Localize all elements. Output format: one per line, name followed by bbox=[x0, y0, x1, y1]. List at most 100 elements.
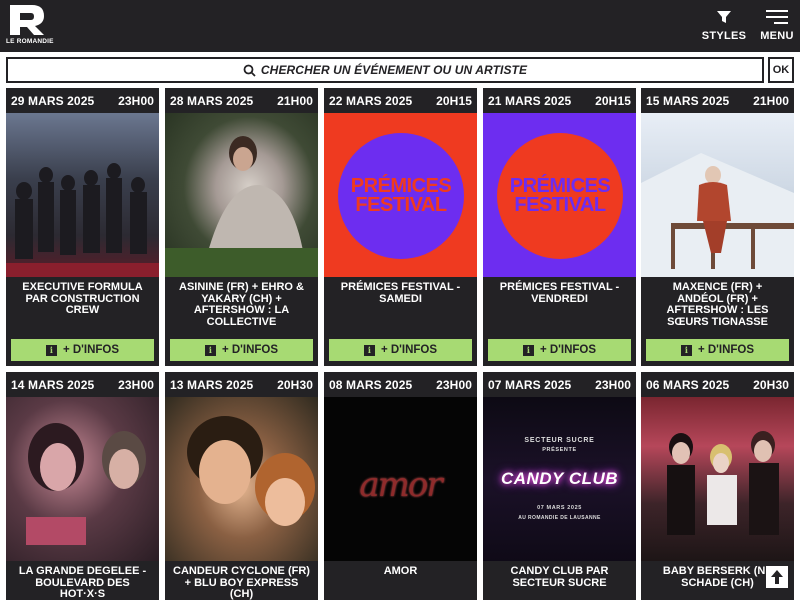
more-info-label: + D'INFOS bbox=[380, 344, 438, 356]
event-title[interactable]: CANDEUR CYCLONE (FR) + BLU BOY EXPRESS (… bbox=[165, 561, 318, 600]
search-input[interactable]: CHERCHER UN ÉVÉNEMENT OU UN ARTISTE bbox=[6, 57, 764, 83]
poster-text: SECTEUR SUCRE bbox=[524, 437, 595, 444]
event-image[interactable]: SECTEUR SUCRE PRÉSENTE CANDY CLUB 07 MAR… bbox=[483, 397, 636, 561]
styles-filter-button[interactable]: STYLES bbox=[700, 8, 748, 42]
search-icon bbox=[243, 64, 256, 77]
degelee-artist-photo bbox=[26, 423, 146, 545]
romandie-logo-icon bbox=[10, 5, 44, 35]
event-card[interactable]: 22 MARS 2025 20H15 PRÉMICES FESTIVAL PRÉ… bbox=[324, 88, 477, 366]
event-title[interactable]: EXECUTIVE FORMULA PAR CONSTRUCTION CREW bbox=[6, 277, 159, 317]
maxence-artist-photo bbox=[641, 153, 794, 277]
event-card-header: 15 MARS 2025 21H00 bbox=[641, 88, 794, 113]
event-title[interactable]: CANDY CLUB PAR SECTEUR SUCRE bbox=[483, 561, 636, 589]
info-icon: i bbox=[522, 344, 534, 356]
event-time: 21H00 bbox=[277, 93, 313, 108]
event-date: 22 MARS 2025 bbox=[329, 93, 413, 108]
logo-text: LE ROMANDIE bbox=[6, 38, 54, 45]
more-info-label: + D'INFOS bbox=[697, 344, 755, 356]
event-card-header: 08 MARS 2025 23H00 bbox=[324, 372, 477, 397]
event-card[interactable]: 29 MARS 2025 23H00 EXECUTIVE FORMULA PAR… bbox=[6, 88, 159, 366]
event-time: 20H30 bbox=[277, 377, 313, 392]
event-card-header: 22 MARS 2025 20H15 bbox=[324, 88, 477, 113]
filter-icon bbox=[717, 11, 731, 23]
menu-label: MENU bbox=[760, 30, 794, 42]
event-time: 21H00 bbox=[753, 93, 789, 108]
arrow-up-icon bbox=[771, 570, 783, 584]
poster-text: 07 MARS 2025 bbox=[537, 505, 582, 511]
event-title[interactable]: MAXENCE (FR) + ANDÉOL (FR) + AFTERSHOW :… bbox=[641, 277, 794, 328]
event-title[interactable]: LA GRANDE DEGELEE - BOULEVARD DES HOT·X·… bbox=[6, 561, 159, 600]
festival-poster: PRÉMICES FESTIVAL bbox=[497, 133, 623, 259]
event-card[interactable]: 28 MARS 2025 21H00 ASININE (FR) + EHRO &… bbox=[165, 88, 318, 366]
info-icon: i bbox=[363, 344, 375, 356]
hamburger-menu-icon bbox=[766, 10, 788, 24]
crew-group-photo bbox=[6, 163, 159, 277]
event-card-header: 13 MARS 2025 20H30 bbox=[165, 372, 318, 397]
menu-button[interactable]: MENU bbox=[756, 8, 798, 42]
event-date: 14 MARS 2025 bbox=[11, 377, 95, 392]
event-time: 23H00 bbox=[118, 377, 154, 392]
event-title[interactable]: PRÉMICES FESTIVAL - SAMEDI bbox=[324, 277, 477, 305]
event-date: 15 MARS 2025 bbox=[646, 93, 730, 108]
event-card-header: 21 MARS 2025 20H15 bbox=[483, 88, 636, 113]
amor-poster-logo: amor bbox=[359, 465, 442, 505]
more-info-button[interactable]: i + D'INFOS bbox=[11, 339, 154, 361]
event-date: 07 MARS 2025 bbox=[488, 377, 572, 392]
event-card-header: 14 MARS 2025 23H00 bbox=[6, 372, 159, 397]
event-image[interactable]: PRÉMICES FESTIVAL bbox=[483, 113, 636, 277]
event-image[interactable] bbox=[6, 397, 159, 561]
more-info-label: + D'INFOS bbox=[221, 344, 279, 356]
event-image[interactable] bbox=[641, 397, 794, 561]
event-card-header: 07 MARS 2025 23H00 bbox=[483, 372, 636, 397]
search-bar: CHERCHER UN ÉVÉNEMENT OU UN ARTISTE OK bbox=[6, 57, 794, 83]
event-card-header: 28 MARS 2025 21H00 bbox=[165, 88, 318, 113]
info-icon: i bbox=[680, 344, 692, 356]
more-info-button[interactable]: i + D'INFOS bbox=[329, 339, 472, 361]
event-image[interactable]: PRÉMICES FESTIVAL bbox=[324, 113, 477, 277]
more-info-button[interactable]: i + D'INFOS bbox=[488, 339, 631, 361]
event-card[interactable]: 14 MARS 2025 23H00 LA GRANDE DEGELEE - B… bbox=[6, 372, 159, 600]
event-time: 20H15 bbox=[436, 93, 472, 108]
info-icon: i bbox=[204, 344, 216, 356]
event-title[interactable]: ASININE (FR) + EHRO & YAKARY (CH) + AFTE… bbox=[165, 277, 318, 328]
event-card[interactable]: 13 MARS 2025 20H30 CANDEUR CYCLONE (FR) … bbox=[165, 372, 318, 600]
more-info-button[interactable]: i + D'INFOS bbox=[170, 339, 313, 361]
event-time: 23H00 bbox=[118, 93, 154, 108]
event-card[interactable]: 21 MARS 2025 20H15 PRÉMICES FESTIVAL PRÉ… bbox=[483, 88, 636, 366]
event-date: 28 MARS 2025 bbox=[170, 93, 254, 108]
event-card[interactable]: 15 MARS 2025 21H00 MAXENCE (FR) + ANDÉOL… bbox=[641, 88, 794, 366]
styles-label: STYLES bbox=[701, 30, 747, 42]
scroll-to-top-button[interactable] bbox=[765, 565, 789, 589]
event-image[interactable] bbox=[165, 397, 318, 561]
search-ok-button[interactable]: OK bbox=[768, 57, 794, 83]
event-time: 23H00 bbox=[436, 377, 472, 392]
poster-text: PRÉSENTE bbox=[542, 447, 577, 453]
candy-club-logo: CANDY CLUB bbox=[500, 469, 619, 488]
event-date: 21 MARS 2025 bbox=[488, 93, 572, 108]
asinine-artist-photo bbox=[165, 136, 318, 277]
event-date: 08 MARS 2025 bbox=[329, 377, 413, 392]
festival-poster: PRÉMICES FESTIVAL bbox=[338, 133, 464, 259]
event-card[interactable]: 07 MARS 2025 23H00 SECTEUR SUCRE PRÉSENT… bbox=[483, 372, 636, 600]
event-time: 23H00 bbox=[595, 377, 631, 392]
poster-text: AU ROMANDIE DE LAUSANNE bbox=[518, 515, 601, 521]
event-image[interactable] bbox=[165, 113, 318, 277]
event-time: 20H15 bbox=[595, 93, 631, 108]
info-icon: i bbox=[45, 344, 57, 356]
event-card[interactable]: 08 MARS 2025 23H00 amor AMOR bbox=[324, 372, 477, 600]
event-image[interactable] bbox=[641, 113, 794, 277]
event-title[interactable]: AMOR bbox=[324, 561, 477, 578]
candeur-artist-photo bbox=[187, 416, 315, 526]
event-image[interactable]: amor bbox=[324, 397, 477, 561]
event-card-header: 29 MARS 2025 23H00 bbox=[6, 88, 159, 113]
event-date: 13 MARS 2025 bbox=[170, 377, 254, 392]
event-image[interactable] bbox=[6, 113, 159, 277]
poster-text: FESTIVAL bbox=[514, 194, 606, 216]
site-header: LE ROMANDIE STYLES MENU bbox=[0, 0, 800, 52]
site-logo[interactable]: LE ROMANDIE bbox=[6, 5, 54, 47]
event-card-header: 06 MARS 2025 20H30 bbox=[641, 372, 794, 397]
event-title[interactable]: PRÉMICES FESTIVAL - VENDREDI bbox=[483, 277, 636, 305]
poster-text: FESTIVAL bbox=[355, 194, 447, 216]
more-info-button[interactable]: i + D'INFOS bbox=[646, 339, 789, 361]
baby-berserk-artist-photo bbox=[667, 431, 779, 535]
